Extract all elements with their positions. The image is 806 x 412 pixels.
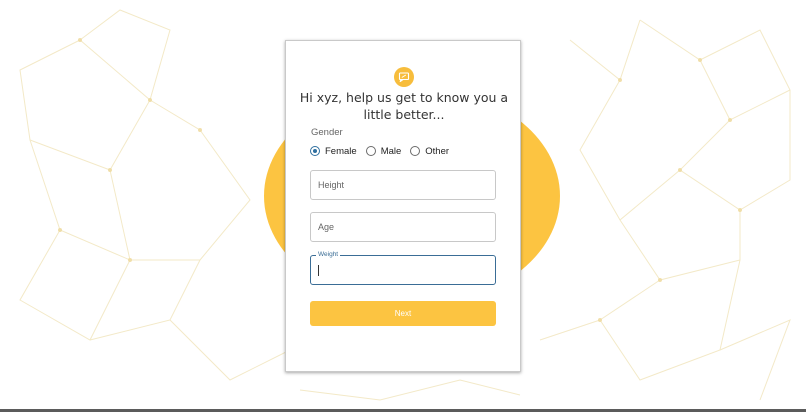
- gender-option-male[interactable]: Male: [365, 145, 402, 157]
- age-field: [310, 212, 496, 242]
- gender-label: Gender: [311, 127, 343, 138]
- chat-bubble-icon-graphic: [398, 72, 410, 83]
- gender-option-female[interactable]: Female: [310, 146, 357, 157]
- weight-field: Weight: [310, 251, 496, 285]
- next-button[interactable]: Next: [310, 301, 496, 326]
- weight-input[interactable]: [311, 256, 495, 284]
- gender-option-female-label: Female: [325, 145, 357, 157]
- onboarding-card: Hi xyz, help us get to know you a little…: [285, 40, 521, 372]
- radio-button-female[interactable]: [310, 146, 320, 156]
- gender-option-other[interactable]: Other: [410, 146, 449, 157]
- gender-radio-group: Female Male Other: [310, 144, 458, 158]
- age-input[interactable]: [311, 213, 495, 241]
- gender-option-male-label: Male: [380, 145, 402, 157]
- height-input[interactable]: [311, 171, 495, 199]
- gender-option-other-label: Other: [425, 145, 450, 157]
- onboarding-page: Hi xyz, help us get to know you a little…: [0, 0, 806, 412]
- text-caret: [318, 265, 319, 276]
- weight-floating-label: Weight: [316, 251, 341, 259]
- chat-bubble-icon: [394, 67, 414, 87]
- radio-button-other[interactable]: [410, 146, 421, 156]
- height-field: [310, 170, 496, 200]
- radio-button-male[interactable]: [365, 146, 376, 156]
- page-title: Hi xyz, help us get to know you a little…: [299, 90, 509, 122]
